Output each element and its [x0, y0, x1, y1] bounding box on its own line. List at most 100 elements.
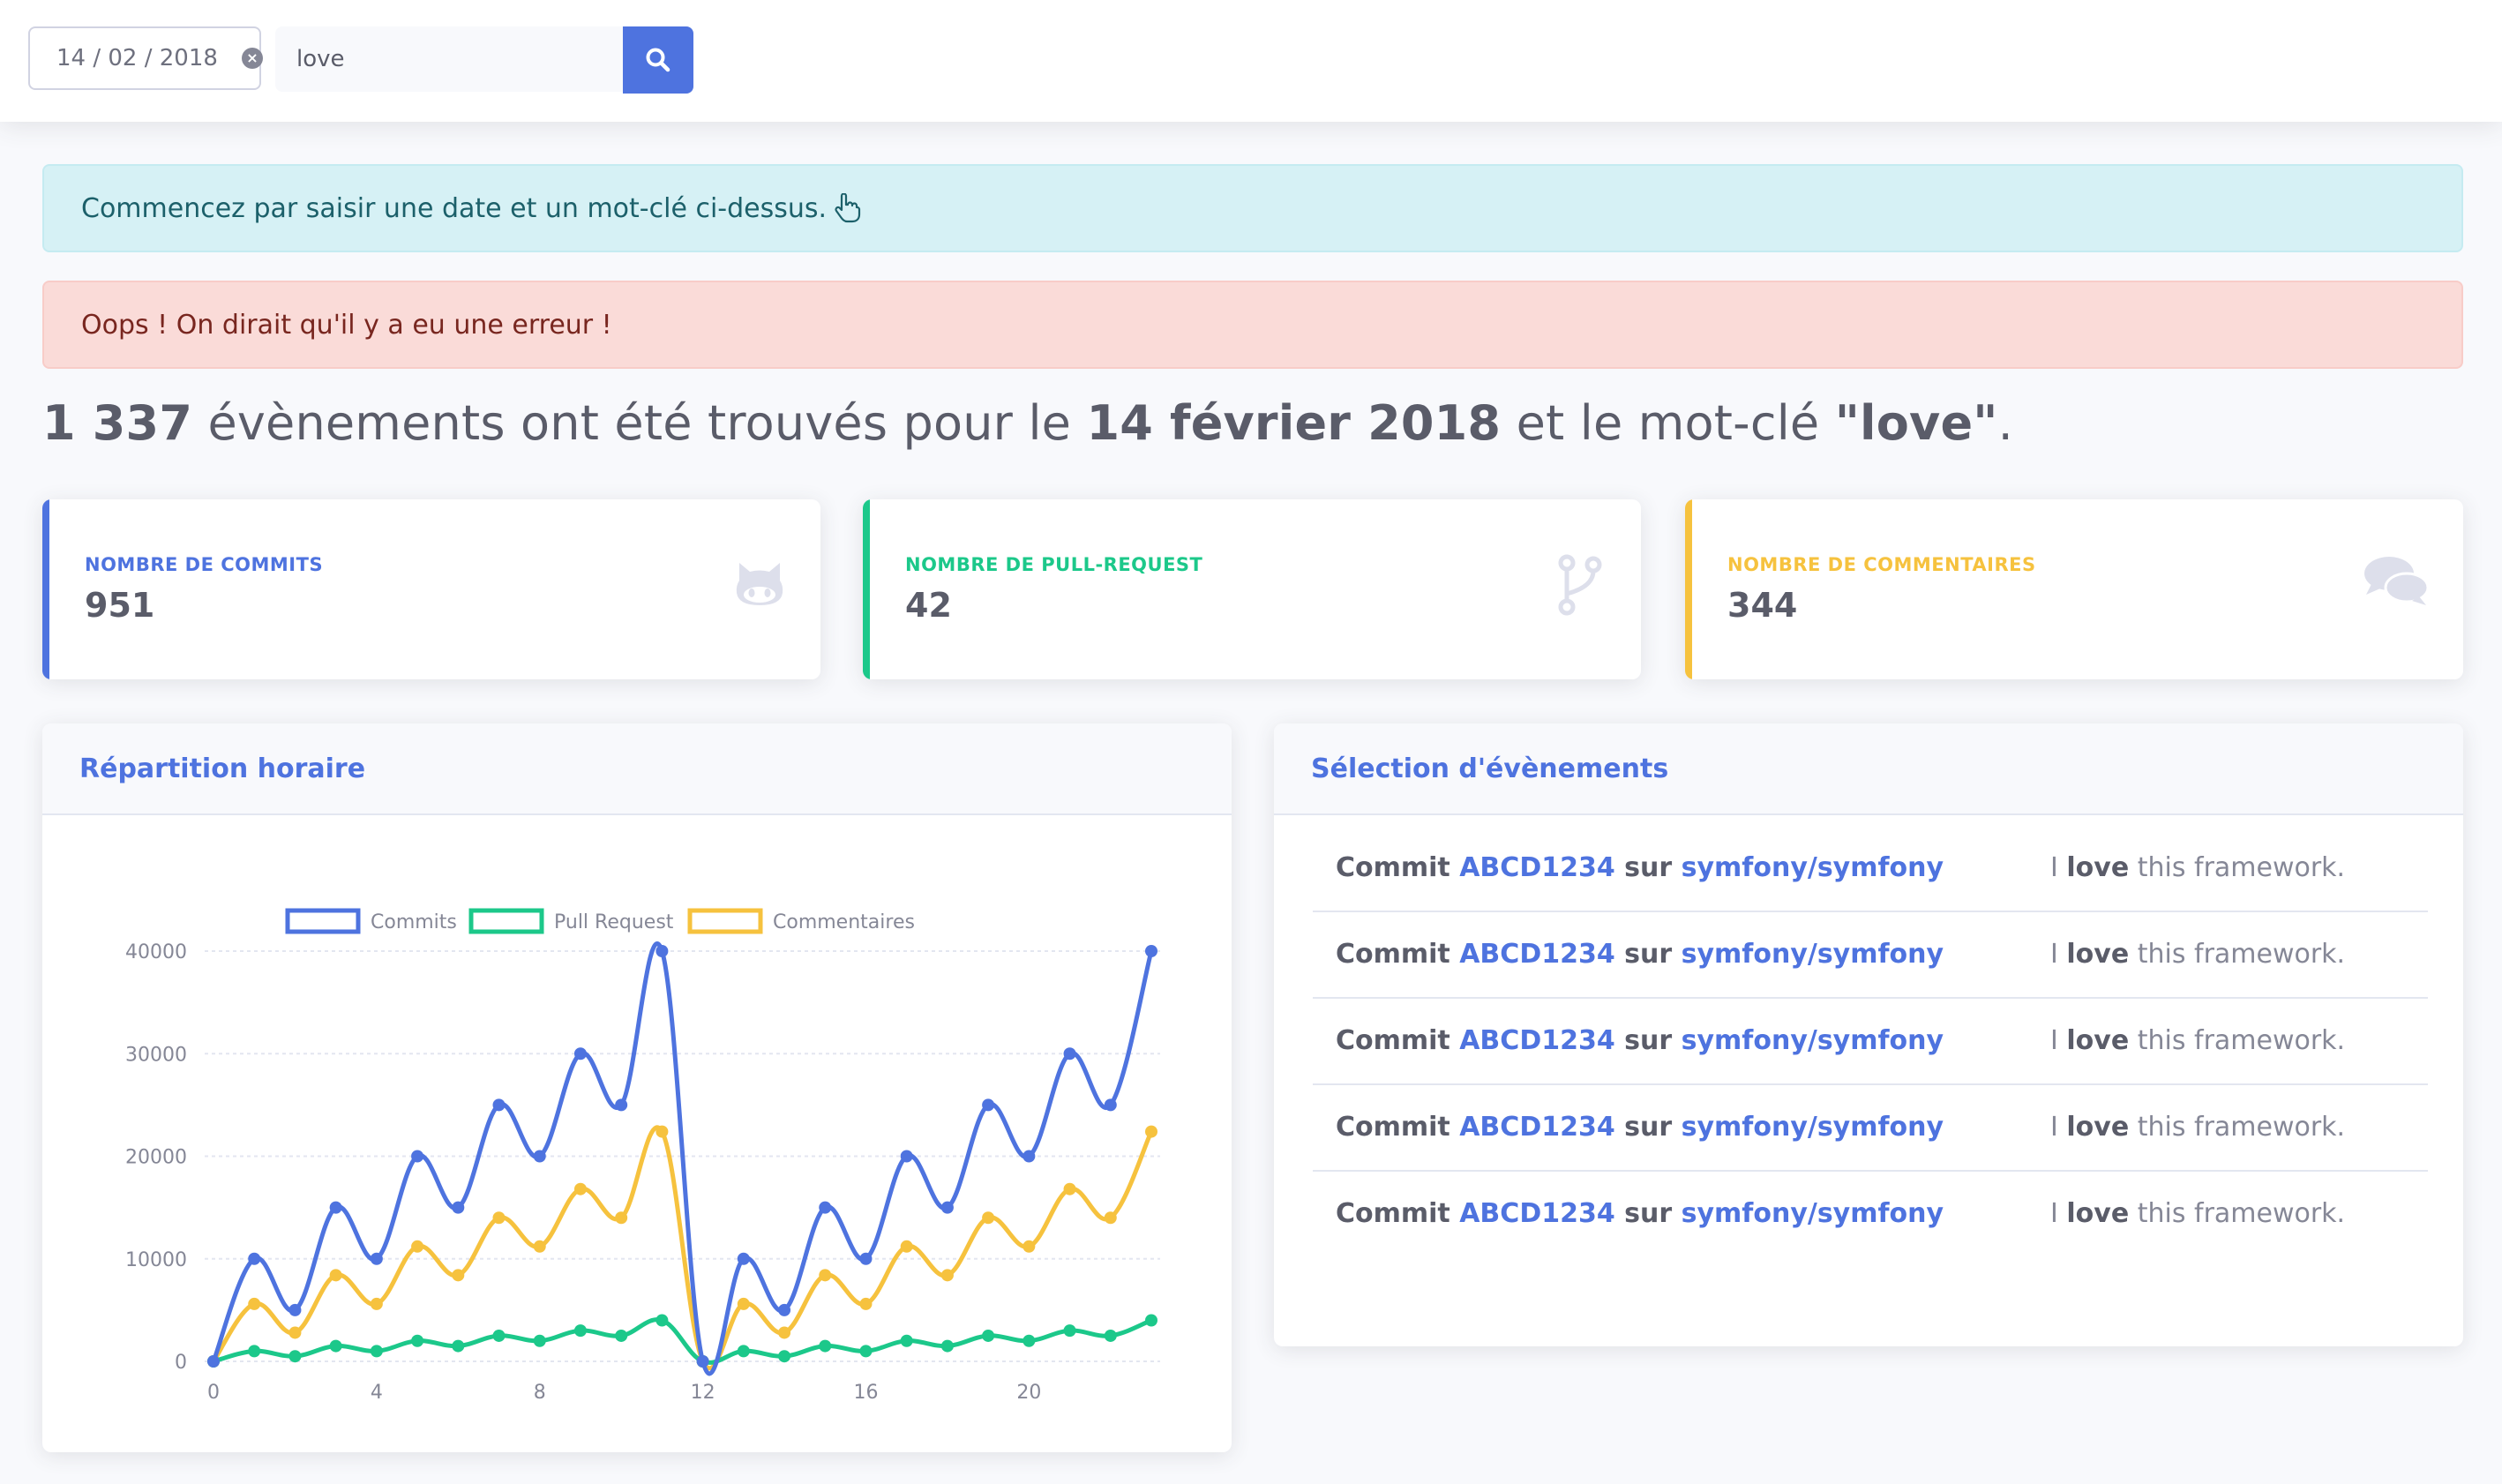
event-message: I love this framework. [2050, 1111, 2346, 1143]
data-point-pull-request [452, 1339, 465, 1353]
github-icon [736, 563, 783, 605]
summary-keyword: "love" [1834, 395, 1998, 451]
data-point-commentaires [329, 1269, 342, 1282]
message-keyword: love [2066, 1024, 2130, 1056]
summary-text-2: et le mot-clé [1501, 395, 1835, 451]
summary-date: 14 février 2018 [1086, 395, 1502, 451]
events-count: 1 337 [42, 395, 193, 451]
data-point-commits [1063, 1047, 1076, 1061]
repository-link[interactable]: symfony/symfony [1682, 1025, 1944, 1056]
event-separator: sur [1614, 938, 1682, 970]
commits-stat-value: 951 [85, 586, 155, 625]
event-type: Commit [1336, 1024, 1460, 1056]
data-point-commentaires [533, 1240, 546, 1253]
hourly-distribution-card: Répartition horaire 0 10000 20000 30000 4000… [42, 723, 1232, 1452]
legend-label: Commentaires [773, 911, 915, 933]
comments-stat-card: Nombre de commentaires 344 [1685, 499, 2463, 679]
data-point-pull-request [1063, 1324, 1076, 1338]
data-point-pull-request [900, 1334, 913, 1347]
event-type: Commit [1336, 1111, 1460, 1143]
data-point-commits [819, 1201, 832, 1214]
data-point-commits [1145, 945, 1157, 957]
data-point-commentaires [1063, 1182, 1076, 1195]
data-point-pull-request [492, 1329, 506, 1342]
event-message: I love this framework. [2050, 1197, 2346, 1229]
data-point-commits [207, 1355, 220, 1368]
data-point-commentaires [1145, 1125, 1157, 1138]
y-tick-label: 20000 [125, 1147, 187, 1169]
commit-hash-link[interactable]: ABCD1234 [1459, 852, 1615, 883]
data-point-commits [329, 1201, 342, 1214]
clear-date-icon[interactable]: × [242, 48, 263, 69]
pull-requests-stat-card: Nombre de pull-request 42 [863, 499, 1641, 679]
date-value: 14 / 02 / 2018 [56, 45, 218, 71]
data-point-pull-request [1104, 1329, 1117, 1342]
y-tick-label: 10000 [125, 1249, 187, 1271]
data-point-commits [492, 1098, 506, 1112]
summary-text-1: évènements ont été trouvés pour le [192, 395, 1087, 451]
hourly-line-chart: 0 10000 20000 30000 40000 0 4 8 12 16 20 Commits Pul… [125, 908, 1160, 1404]
data-point-pull-request [370, 1345, 383, 1358]
series-line-pull-request [213, 1317, 1152, 1365]
data-point-pull-request [573, 1324, 587, 1338]
event-row: Commit ABCD1234 sur symfony/symfony I lov… [1313, 911, 2428, 997]
data-point-commentaires [248, 1297, 261, 1310]
commit-hash-link[interactable]: ABCD1234 [1459, 1025, 1615, 1056]
data-point-commits [655, 945, 669, 957]
data-point-pull-request [859, 1345, 873, 1358]
data-point-commits [452, 1201, 465, 1214]
search-button[interactable] [623, 26, 693, 94]
data-point-pull-request [982, 1329, 995, 1342]
date-input[interactable]: 14 / 02 / 2018 × [28, 26, 263, 90]
repository-link[interactable]: symfony/symfony [1682, 939, 1944, 970]
data-point-pull-request [778, 1350, 791, 1363]
data-point-commits [248, 1252, 261, 1265]
data-point-commentaires [411, 1240, 424, 1253]
info-alert: Commencez par saisir une date et un mot-… [42, 164, 2463, 252]
commits-stat-card: Nombre de commits 951 [42, 499, 820, 679]
data-point-commits [288, 1303, 302, 1316]
y-tick-label: 0 [175, 1352, 187, 1374]
data-point-pull-request [1145, 1314, 1157, 1327]
x-tick-label: 0 [207, 1382, 220, 1404]
message-keyword: love [2066, 1111, 2130, 1143]
commit-hash-link[interactable]: ABCD1234 [1459, 939, 1615, 970]
event-type: Commit [1336, 851, 1460, 883]
error-alert-text: Oops ! On dirait qu'il y a eu une erreur… [81, 309, 612, 341]
event-row: Commit ABCD1234 sur symfony/symfony I lov… [1313, 997, 2428, 1083]
event-separator: sur [1614, 1111, 1682, 1143]
repository-link[interactable]: symfony/symfony [1682, 1198, 1944, 1229]
message-keyword: love [2066, 1197, 2130, 1229]
data-point-commentaires [859, 1297, 873, 1310]
commit-hash-link[interactable]: ABCD1234 [1459, 1112, 1615, 1143]
data-point-commentaires [819, 1269, 832, 1282]
legend-swatch [285, 908, 361, 934]
comments-stat-value: 344 [1727, 586, 1798, 625]
pull-requests-stat-value: 42 [905, 586, 952, 625]
pull-requests-stat-label: Nombre de pull-request [905, 554, 1203, 575]
data-point-commits [859, 1252, 873, 1265]
commit-hash-link[interactable]: ABCD1234 [1459, 1198, 1615, 1229]
error-alert: Oops ! On dirait qu'il y a eu une erreur… [42, 281, 2463, 369]
data-point-commentaires [778, 1326, 791, 1339]
repository-link[interactable]: symfony/symfony [1682, 852, 1944, 883]
data-point-commits [737, 1252, 750, 1265]
event-message: I love this framework. [2050, 938, 2346, 970]
repository-link[interactable]: symfony/symfony [1682, 1112, 1944, 1143]
data-point-commits [696, 1355, 709, 1368]
keyword-input[interactable] [275, 26, 623, 92]
legend-label: Commits [371, 911, 457, 933]
data-point-commentaires [737, 1297, 750, 1310]
legend-swatch [468, 908, 544, 934]
topbar: 14 / 02 / 2018 × [0, 0, 2502, 122]
comments-icon [2364, 557, 2430, 605]
commits-stat-label: Nombre de commits [85, 554, 324, 575]
data-point-pull-request [1023, 1334, 1036, 1347]
event-description: Commit ABCD1234 sur symfony/symfony [1336, 852, 1944, 883]
data-point-commentaires [615, 1211, 628, 1225]
event-description: Commit ABCD1234 sur symfony/symfony [1336, 1025, 1944, 1056]
event-type: Commit [1336, 1197, 1460, 1229]
data-point-commits [1104, 1098, 1117, 1112]
event-type: Commit [1336, 938, 1460, 970]
data-point-commentaires [492, 1211, 506, 1225]
